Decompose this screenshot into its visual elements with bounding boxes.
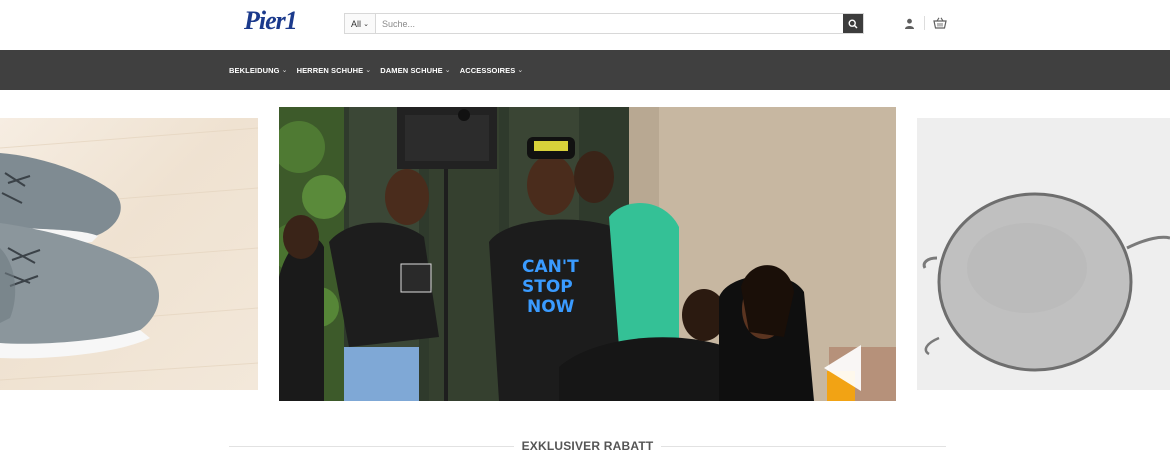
- section-title: EXKLUSIVER RABATT: [521, 439, 654, 453]
- section-heading: EXKLUSIVER RABATT: [229, 437, 946, 455]
- nav-item-label: ACCESSOIRES: [459, 65, 516, 75]
- search-category-value: All: [351, 18, 362, 29]
- cart-button[interactable]: [933, 15, 947, 31]
- header-actions: [902, 15, 947, 31]
- search-input[interactable]: [376, 14, 843, 33]
- nav-item-damen-schuhe[interactable]: DAMEN SCHUHE ⌄: [380, 66, 450, 75]
- user-icon: [904, 18, 914, 29]
- nav-item-label: HERREN SCHUHE: [296, 65, 364, 75]
- party-photo: CAN'T STOP NOW: [279, 107, 896, 401]
- chevron-down-icon: ⌄: [363, 20, 369, 28]
- svg-text:NOW: NOW: [527, 297, 575, 317]
- basket-icon: [933, 17, 947, 29]
- nav-item-accessoires[interactable]: ACCESSOIRES ⌄: [460, 66, 524, 75]
- search-button[interactable]: [843, 14, 863, 33]
- site-logo[interactable]: Pier1: [244, 6, 298, 36]
- slide-party[interactable]: CAN'T STOP NOW: [279, 107, 896, 401]
- search-icon: [848, 18, 858, 29]
- main-navigation: BEKLEIDUNG ⌄ HERREN SCHUHE ⌄ DAMEN SCHUH…: [0, 50, 1170, 90]
- search-bar: All ⌄: [344, 13, 864, 34]
- sunglasses-image: [917, 118, 1170, 390]
- chevron-down-icon: ⌄: [281, 67, 288, 74]
- nav-item-bekleidung[interactable]: BEKLEIDUNG ⌄: [229, 66, 288, 75]
- slider-prev-arrow-icon[interactable]: [824, 345, 861, 391]
- header-divider: [924, 16, 925, 30]
- chevron-down-icon: ⌄: [365, 67, 372, 74]
- svg-text:STOP: STOP: [522, 277, 573, 297]
- chevron-down-icon: ⌄: [444, 67, 451, 74]
- slide-sunglasses[interactable]: [917, 118, 1170, 390]
- site-header: Pier1 All ⌄: [0, 0, 1170, 50]
- shoes-image: [0, 127, 258, 381]
- search-category-select[interactable]: All ⌄: [345, 14, 376, 33]
- slide-shoes[interactable]: [0, 118, 258, 390]
- nav-item-label: BEKLEIDUNG: [229, 65, 280, 75]
- nav-item-herren-schuhe[interactable]: HERREN SCHUHE ⌄: [297, 66, 372, 75]
- nav-item-label: DAMEN SCHUHE: [380, 65, 443, 75]
- chevron-down-icon: ⌄: [517, 67, 524, 74]
- shirt-graphic-text: CAN'T: [522, 257, 579, 277]
- account-button[interactable]: [902, 15, 916, 31]
